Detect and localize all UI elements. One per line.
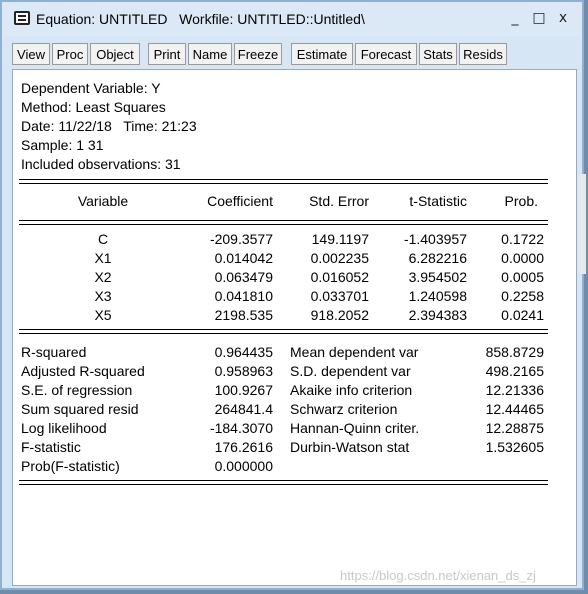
- table-cell-coefficient: 2198.535: [214, 307, 273, 323]
- divider: [19, 183, 548, 184]
- window-title: Equation: UNTITLED Workfile: UNTITLED::U…: [36, 11, 365, 27]
- close-button[interactable]: x: [552, 8, 574, 28]
- divider: [19, 224, 548, 225]
- divider: [19, 480, 548, 481]
- column-header-coefficient: Coefficient: [207, 193, 273, 209]
- forecast-button[interactable]: Forecast: [355, 43, 417, 65]
- output-area[interactable]: Dependent Variable: Y Method: Least Squa…: [12, 69, 577, 586]
- stat-value: 0.958963: [214, 363, 273, 379]
- stat-value: 0.000000: [214, 458, 273, 474]
- stat-label: S.D. dependent var: [290, 363, 411, 379]
- table-cell-std-error: 149.1197: [311, 231, 369, 247]
- column-header-prob: Prob.: [504, 193, 538, 209]
- table-cell-prob: 0.0241: [501, 307, 544, 323]
- divider: [19, 179, 548, 180]
- date-time: Date: 11/22/18 Time: 21:23: [21, 118, 197, 134]
- table-cell-variable: X2: [94, 269, 112, 285]
- stat-value: 176.2616: [214, 439, 273, 455]
- stat-value: 858.8729: [485, 344, 544, 360]
- window-menu-icon[interactable]: [14, 11, 30, 25]
- table-cell-prob: 0.0000: [501, 250, 544, 266]
- table-cell-variable: X5: [94, 307, 112, 323]
- minimize-button[interactable]: _: [504, 8, 526, 28]
- table-cell-coefficient: 0.014042: [214, 250, 273, 266]
- stat-label: Log likelihood: [21, 420, 107, 436]
- freeze-button[interactable]: Freeze: [234, 43, 282, 65]
- column-header-std-error: Std. Error: [309, 193, 369, 209]
- object-button[interactable]: Object: [90, 43, 140, 65]
- estimate-button[interactable]: Estimate: [291, 43, 353, 65]
- proc-button[interactable]: Proc: [52, 43, 88, 65]
- view-button[interactable]: View: [12, 43, 50, 65]
- divider: [19, 220, 548, 221]
- stat-label: Hannan-Quinn criter.: [290, 420, 420, 436]
- print-button[interactable]: Print: [148, 43, 186, 65]
- table-cell-prob: 0.0005: [501, 269, 544, 285]
- stat-value: 100.9267: [214, 382, 273, 398]
- stat-value: 12.21336: [485, 382, 544, 398]
- watermark: https://blog.csdn.net/xienan_ds_zj: [340, 568, 536, 583]
- stat-label: S.E. of regression: [21, 382, 133, 398]
- column-header-variable: Variable: [77, 193, 129, 209]
- equation-window: Equation: UNTITLED Workfile: UNTITLED::U…: [0, 0, 586, 590]
- stat-label: F-statistic: [21, 439, 81, 455]
- stat-value: 1.532605: [485, 439, 544, 455]
- stat-value: 0.964435: [214, 344, 273, 360]
- table-cell-std-error: 0.033701: [310, 288, 369, 304]
- table-cell-std-error: 0.016052: [310, 269, 369, 285]
- scrollbar[interactable]: [579, 174, 586, 274]
- stat-value: 498.2165: [485, 363, 544, 379]
- stat-label: Durbin-Watson stat: [290, 439, 410, 455]
- stat-value: 264841.4: [214, 401, 273, 417]
- stat-label: Adjusted R-squared: [21, 363, 145, 379]
- divider: [19, 329, 548, 330]
- table-cell-coefficient: 0.063479: [214, 269, 273, 285]
- stat-label: Schwarz criterion: [290, 401, 398, 417]
- maximize-button[interactable]: □: [528, 8, 550, 28]
- stat-value: 12.28875: [485, 420, 544, 436]
- included-observations: Included observations: 31: [21, 156, 181, 172]
- stat-label: Sum squared resid: [21, 401, 139, 417]
- sample: Sample: 1 31: [21, 137, 104, 153]
- table-cell-std-error: 0.002235: [310, 250, 369, 266]
- stat-label: R-squared: [21, 344, 87, 360]
- table-cell-variable: X3: [94, 288, 112, 304]
- method: Method: Least Squares: [21, 99, 166, 115]
- table-cell-variable: C: [97, 231, 109, 247]
- title-bar[interactable]: Equation: UNTITLED Workfile: UNTITLED::U…: [2, 2, 582, 36]
- stat-label: Mean dependent var: [290, 344, 419, 360]
- dependent-variable: Dependent Variable: Y: [21, 80, 161, 96]
- stat-label: Prob(F-statistic): [21, 458, 120, 474]
- divider: [19, 333, 548, 334]
- table-cell-std-error: 918.2052: [310, 307, 369, 323]
- name-button[interactable]: Name: [188, 43, 232, 65]
- stat-label: Akaike info criterion: [290, 382, 413, 398]
- stats-button[interactable]: Stats: [419, 43, 457, 65]
- table-cell-variable: X1: [94, 250, 112, 266]
- resids-button[interactable]: Resids: [459, 43, 507, 65]
- stat-value: 12.44465: [485, 401, 544, 417]
- stat-value: -184.3070: [209, 420, 273, 436]
- table-cell-coefficient: -209.3577: [209, 231, 273, 247]
- divider: [19, 484, 548, 485]
- table-cell-prob: 0.1722: [501, 231, 544, 247]
- table-cell-coefficient: 0.041810: [214, 288, 273, 304]
- table-cell-prob: 0.2258: [501, 288, 544, 304]
